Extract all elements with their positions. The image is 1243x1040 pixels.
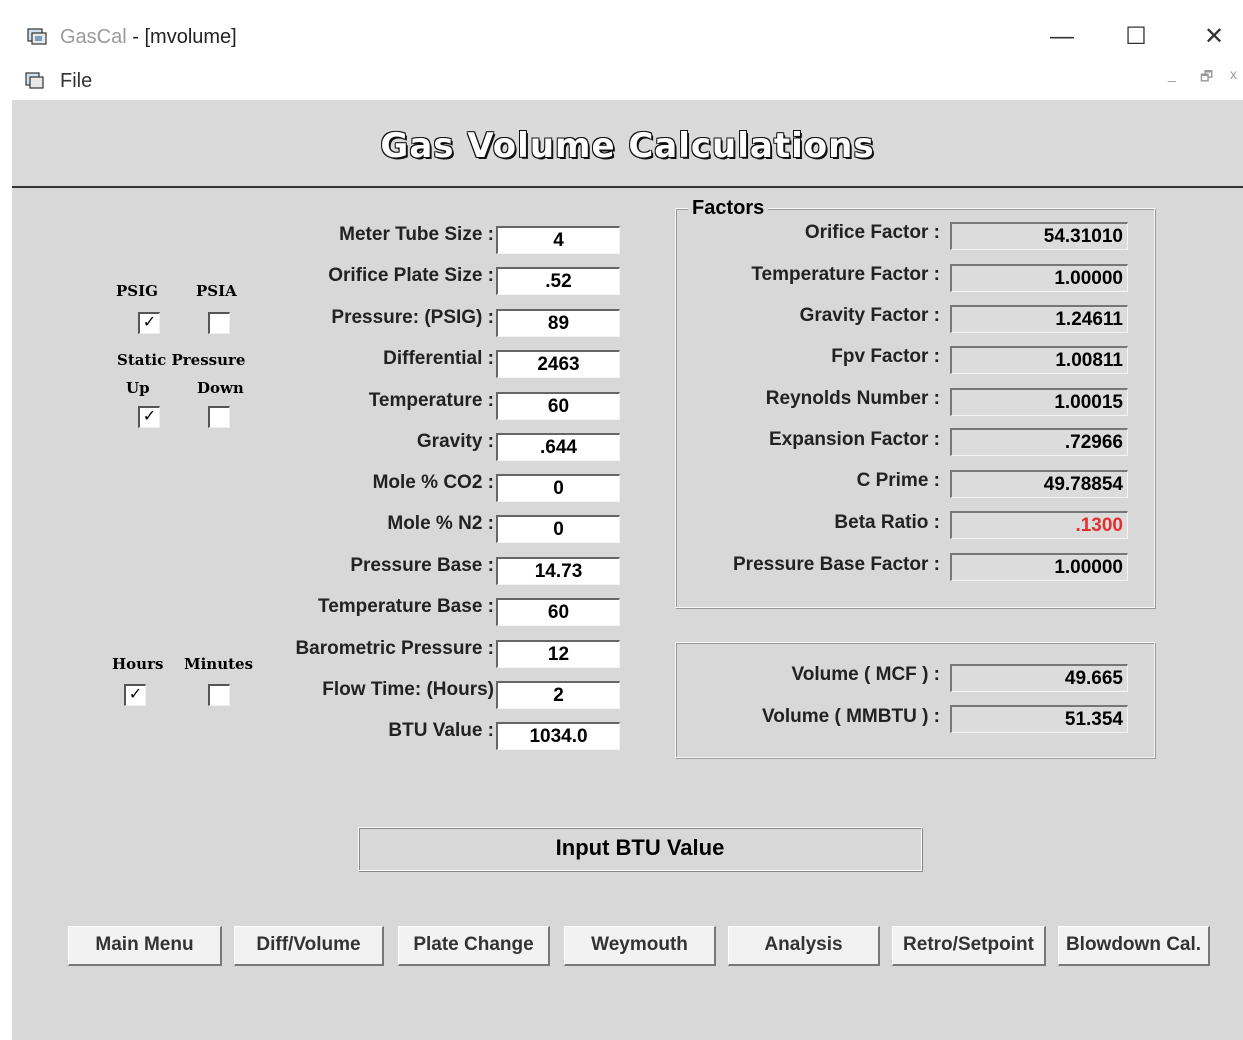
temperature-factor-label: Temperature Factor :: [751, 264, 940, 285]
expansion-factor-value: .72966: [950, 428, 1128, 456]
main-menu-button[interactable]: Main Menu: [68, 926, 222, 966]
orifice-plate-size-label: Orifice Plate Size :: [328, 265, 494, 286]
meter-tube-size-label: Meter Tube Size :: [339, 224, 494, 245]
gravity-label: Gravity :: [416, 431, 494, 452]
file-menu-icon: [25, 72, 44, 89]
mole-co2-label: Mole % CO2 :: [372, 472, 494, 493]
flow-time-input[interactable]: 2: [496, 681, 620, 709]
document-title: - [mvolume]: [126, 26, 237, 48]
page-title: Gas Volume Calculations: [380, 126, 875, 166]
mole-n2-input[interactable]: 0: [496, 515, 620, 543]
reynolds-number-label: Reynolds Number :: [765, 388, 940, 409]
orifice-factor-label: Orifice Factor :: [804, 222, 940, 243]
plate-change-button[interactable]: Plate Change: [398, 926, 550, 966]
gravity-input[interactable]: .644: [496, 433, 620, 461]
beta-ratio-value: .1300: [950, 511, 1128, 539]
static-pressure-up-checkbox[interactable]: ✓: [138, 406, 160, 428]
meter-tube-size-input[interactable]: 4: [496, 226, 620, 254]
diff-volume-button[interactable]: Diff/Volume: [234, 926, 384, 966]
gravity-factor-value: 1.24611: [950, 305, 1128, 333]
app-name: GasCal: [60, 26, 127, 48]
window-title: GasCal - [mvolume]: [60, 26, 237, 49]
volume-group: [675, 642, 1155, 758]
file-menu[interactable]: File: [60, 70, 92, 93]
weymouth-button[interactable]: Weymouth: [564, 926, 716, 966]
btu-value-input[interactable]: 1034.0: [496, 722, 620, 750]
differential-label: Differential :: [383, 348, 494, 369]
title-bar: GasCal - [mvolume] — ☐ ✕: [0, 10, 1243, 60]
up-label: Up: [126, 379, 150, 397]
psig-checkbox[interactable]: ✓: [138, 312, 160, 334]
minimize-button[interactable]: —: [1042, 22, 1082, 52]
btu-value-label: BTU Value :: [388, 720, 494, 741]
psig-label: PSIG: [116, 282, 158, 300]
pressure-base-input[interactable]: 14.73: [496, 557, 620, 585]
differential-input[interactable]: 2463: [496, 350, 620, 378]
retro-setpoint-button[interactable]: Retro/Setpoint: [892, 926, 1046, 966]
temperature-factor-value: 1.00000: [950, 264, 1128, 292]
blowdown-cal-button[interactable]: Blowdown Cal.: [1058, 926, 1210, 966]
beta-ratio-label: Beta Ratio :: [834, 512, 940, 533]
header-band: Gas Volume Calculations: [12, 100, 1243, 188]
pressure-input[interactable]: 89: [496, 309, 620, 337]
orifice-factor-value: 54.31010: [950, 222, 1128, 250]
close-button[interactable]: ✕: [1194, 22, 1234, 52]
volume-mcf-value: 49.665: [950, 664, 1128, 692]
hours-label: Hours: [112, 655, 164, 673]
analysis-button[interactable]: Analysis: [728, 926, 880, 966]
volume-mmbtu-label: Volume ( MMBTU ) :: [761, 706, 940, 727]
mdi-close-button[interactable]: x: [1230, 66, 1237, 82]
menu-bar: File _ 🗗 x: [0, 62, 1243, 100]
barometric-pressure-label: Barometric Pressure :: [295, 638, 494, 659]
status-message: Input BTU Value: [358, 827, 922, 871]
temperature-input[interactable]: 60: [496, 392, 620, 420]
temperature-base-label: Temperature Base :: [318, 596, 494, 617]
reynolds-number-value: 1.00015: [950, 388, 1128, 416]
pressure-base-factor-label: Pressure Base Factor :: [733, 554, 940, 575]
flow-time-label: Flow Time: (Hours): [322, 679, 494, 700]
app-icon: [27, 28, 47, 45]
mole-co2-input[interactable]: 0: [496, 474, 620, 502]
fpv-factor-label: Fpv Factor :: [831, 346, 940, 367]
mole-n2-label: Mole % N2 :: [387, 513, 494, 534]
hours-checkbox[interactable]: ✓: [124, 684, 146, 706]
fpv-factor-value: 1.00811: [950, 346, 1128, 374]
orifice-plate-size-input[interactable]: .52: [496, 267, 620, 295]
maximize-button[interactable]: ☐: [1116, 22, 1156, 52]
mdi-minimize-button[interactable]: _: [1168, 66, 1176, 82]
input-labels: Meter Tube Size : Orifice Plate Size : P…: [192, 210, 494, 870]
mdi-restore-button[interactable]: 🗗: [1200, 66, 1213, 90]
form-client-area: Gas Volume Calculations PSIG PSIA ✓ Stat…: [12, 100, 1243, 1040]
temperature-label: Temperature :: [368, 390, 494, 411]
pressure-base-factor-value: 1.00000: [950, 553, 1128, 581]
c-prime-value: 49.78854: [950, 470, 1128, 498]
temperature-base-input[interactable]: 60: [496, 598, 620, 626]
volume-mmbtu-value: 51.354: [950, 705, 1128, 733]
pressure-base-label: Pressure Base :: [350, 555, 494, 576]
barometric-pressure-input[interactable]: 12: [496, 640, 620, 668]
volume-mcf-label: Volume ( MCF ) :: [791, 664, 940, 685]
c-prime-label: C Prime :: [856, 470, 940, 491]
expansion-factor-label: Expansion Factor :: [768, 429, 940, 450]
factor-labels: Orifice Factor : Temperature Factor : Gr…: [692, 210, 940, 610]
gravity-factor-label: Gravity Factor :: [799, 305, 940, 326]
pressure-label: Pressure: (PSIG) :: [331, 307, 494, 328]
